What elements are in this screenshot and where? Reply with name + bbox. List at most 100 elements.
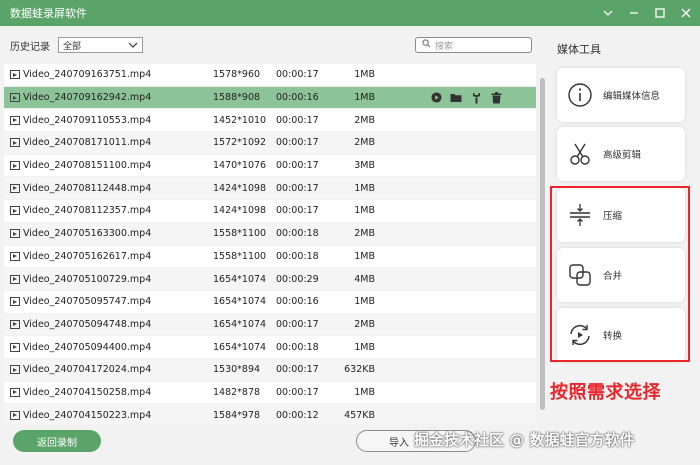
tool-label: 高级剪辑 bbox=[603, 150, 642, 161]
file-size: 1MB bbox=[354, 205, 375, 217]
file-duration: 00:00:18 bbox=[276, 341, 319, 353]
file-duration: 00:00:17 bbox=[276, 137, 319, 149]
import-label: 导入 bbox=[389, 437, 409, 449]
file-name: Video_240708151100.mp4 bbox=[23, 160, 152, 172]
file-name: Video_240705162617.mp4 bbox=[23, 250, 152, 262]
file-row[interactable]: Video_240705094400.mp4 1654*1074 00:00:18 1… bbox=[4, 336, 536, 359]
file-name: Video_240705100729.mp4 bbox=[23, 273, 152, 285]
file-row[interactable]: Video_240709162942.mp4 1588*908 00:00:16 1M… bbox=[4, 86, 536, 110]
file-size: 1MB bbox=[354, 69, 375, 81]
history-filter-select[interactable]: 全部 bbox=[58, 37, 143, 53]
video-file-icon bbox=[10, 410, 20, 420]
wrench-icon[interactable] bbox=[470, 92, 482, 104]
file-duration: 00:00:17 bbox=[276, 386, 319, 398]
file-size: 3MB bbox=[354, 160, 375, 172]
scrollbar[interactable] bbox=[540, 78, 545, 410]
file-list: Video_240709163751.mp4 1578*960 00:00:17 1M… bbox=[4, 64, 536, 424]
file-duration: 00:00:17 bbox=[276, 160, 319, 172]
file-row[interactable]: Video_240705100729.mp4 1654*1074 00:00:29 4… bbox=[4, 268, 536, 291]
file-resolution: 1452*1010 bbox=[213, 114, 267, 126]
maximize-icon[interactable] bbox=[654, 7, 666, 19]
history-filter-value: 全部 bbox=[63, 41, 82, 52]
trash-icon[interactable] bbox=[490, 91, 502, 104]
file-resolution: 1578*960 bbox=[213, 69, 261, 81]
file-row[interactable]: Video_240704150223.mp4 1584*978 00:00:12 45… bbox=[4, 404, 536, 424]
video-file-icon bbox=[10, 70, 20, 80]
file-size: 1MB bbox=[354, 92, 375, 104]
file-resolution: 1530*894 bbox=[213, 364, 261, 376]
file-row[interactable]: Video_240708112448.mp4 1424*1098 00:00:17 1… bbox=[4, 177, 536, 201]
file-name: Video_240704172024.mp4 bbox=[23, 364, 152, 376]
file-size: 2MB bbox=[354, 137, 375, 149]
folder-icon[interactable] bbox=[450, 92, 462, 104]
file-row[interactable]: Video_240704172024.mp4 1530*894 00:00:17 63… bbox=[4, 358, 536, 382]
file-duration: 00:00:16 bbox=[276, 92, 319, 104]
file-row[interactable]: Video_240704150258.mp4 1482*878 00:00:17 1M… bbox=[4, 382, 536, 405]
file-row[interactable]: Video_240708171011.mp4 1572*1092 00:00:17 2… bbox=[4, 132, 536, 155]
file-duration: 00:00:17 bbox=[276, 364, 319, 376]
file-size: 2MB bbox=[354, 318, 375, 330]
video-file-icon bbox=[10, 365, 20, 375]
file-duration: 00:00:17 bbox=[276, 318, 319, 330]
media-tools-title: 媒体工具 bbox=[557, 43, 601, 56]
file-duration: 00:00:29 bbox=[276, 273, 319, 285]
file-duration: 00:00:17 bbox=[276, 205, 319, 217]
title-bar: 数据蛙录屏软件 bbox=[0, 0, 700, 26]
file-duration: 00:00:18 bbox=[276, 250, 319, 262]
file-resolution: 1470*1076 bbox=[213, 160, 267, 172]
video-file-icon bbox=[10, 206, 20, 216]
window-controls bbox=[602, 0, 692, 26]
file-duration: 00:00:17 bbox=[276, 114, 319, 126]
tool-advanced-clip[interactable]: 高级剪辑 bbox=[557, 127, 685, 181]
file-resolution: 1482*878 bbox=[213, 386, 261, 398]
file-size: 2MB bbox=[354, 228, 375, 240]
file-row[interactable]: Video_240705095747.mp4 1654*1074 00:00:16 1… bbox=[4, 291, 536, 314]
video-file-icon bbox=[10, 161, 20, 171]
file-duration: 00:00:18 bbox=[276, 228, 319, 240]
file-size: 1MB bbox=[354, 341, 375, 353]
file-name: Video_240708112357.mp4 bbox=[23, 205, 152, 217]
file-size: 2MB bbox=[354, 114, 375, 126]
file-resolution: 1654*1074 bbox=[213, 273, 267, 285]
file-row[interactable]: Video_240705162617.mp4 1558*1100 00:00:18 1… bbox=[4, 246, 536, 269]
video-file-icon bbox=[10, 319, 20, 329]
tool-edit-media-info[interactable]: 编辑媒体信息 bbox=[557, 68, 685, 122]
tool-label: 编辑媒体信息 bbox=[603, 91, 661, 102]
file-row[interactable]: Video_240705163300.mp4 1558*1100 00:00:18 2… bbox=[4, 222, 536, 246]
file-size: 632KB bbox=[344, 364, 375, 376]
video-file-icon bbox=[10, 138, 20, 148]
file-row[interactable]: Video_240708151100.mp4 1470*1076 00:00:17 3… bbox=[4, 155, 536, 178]
back-to-record-button[interactable]: 返回录制 bbox=[13, 430, 101, 452]
search-placeholder: 搜索 bbox=[435, 41, 454, 52]
highlight-box bbox=[550, 186, 690, 362]
file-resolution: 1424*1098 bbox=[213, 182, 267, 194]
file-resolution: 1584*978 bbox=[213, 409, 261, 421]
file-resolution: 1654*1074 bbox=[213, 341, 267, 353]
video-file-icon bbox=[10, 93, 20, 103]
file-size: 1MB bbox=[354, 182, 375, 194]
close-icon[interactable] bbox=[680, 7, 692, 19]
file-resolution: 1588*908 bbox=[213, 92, 261, 104]
annotation-text: 按照需求选择 bbox=[550, 382, 661, 403]
file-resolution: 1558*1100 bbox=[213, 228, 267, 240]
file-row[interactable]: Video_240709110553.mp4 1452*1010 00:00:17 2… bbox=[4, 109, 536, 133]
window-menu-icon[interactable] bbox=[602, 7, 614, 19]
file-duration: 00:00:17 bbox=[276, 69, 319, 81]
search-input[interactable]: 搜索 bbox=[415, 37, 532, 53]
video-file-icon bbox=[10, 229, 20, 239]
minimize-icon[interactable] bbox=[628, 7, 640, 19]
search-icon bbox=[422, 39, 431, 51]
file-row[interactable]: Video_240709163751.mp4 1578*960 00:00:17 1M… bbox=[4, 64, 536, 87]
file-row[interactable]: Video_240708112357.mp4 1424*1098 00:00:17 1… bbox=[4, 200, 536, 223]
file-name: Video_240704150223.mp4 bbox=[23, 409, 152, 421]
file-name: Video_240705095747.mp4 bbox=[23, 296, 152, 308]
file-name: Video_240709163751.mp4 bbox=[23, 69, 152, 81]
file-size: 457KB bbox=[344, 409, 375, 421]
file-resolution: 1424*1098 bbox=[213, 205, 267, 217]
play-icon[interactable] bbox=[430, 92, 442, 104]
file-name: Video_240705094748.mp4 bbox=[23, 318, 152, 330]
file-resolution: 1654*1074 bbox=[213, 296, 267, 308]
file-row[interactable]: Video_240705094748.mp4 1654*1074 00:00:17 2… bbox=[4, 313, 536, 337]
file-size: 1MB bbox=[354, 296, 375, 308]
video-file-icon bbox=[10, 274, 20, 284]
